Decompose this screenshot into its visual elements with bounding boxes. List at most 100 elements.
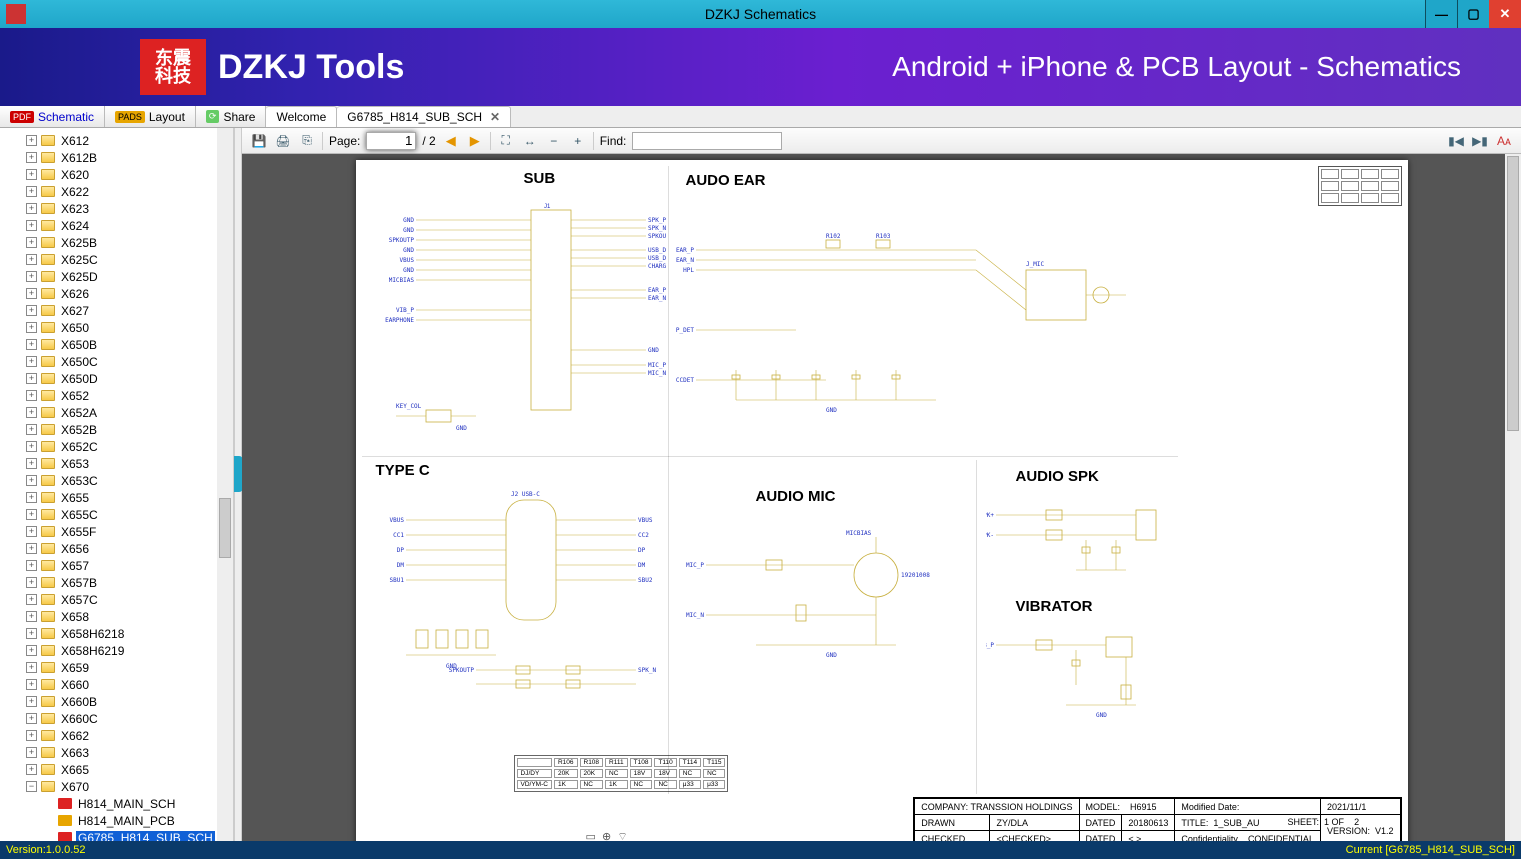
tree-expand-icon[interactable]: [26, 356, 37, 367]
zoom-in-icon[interactable]: +: [569, 132, 587, 150]
tree-expand-icon[interactable]: [26, 339, 37, 350]
tree-expand-icon[interactable]: [26, 730, 37, 741]
tree-expand-icon[interactable]: [26, 747, 37, 758]
tree-folder-X652C[interactable]: X652C: [0, 438, 233, 455]
tree-folder-X657[interactable]: X657: [0, 557, 233, 574]
tree-folder-X612[interactable]: X612: [0, 132, 233, 149]
pane-splitter[interactable]: [234, 128, 242, 841]
tree-expand-icon[interactable]: [26, 373, 37, 384]
tree-folder-X626[interactable]: X626: [0, 285, 233, 302]
tree-expand-icon[interactable]: [26, 713, 37, 724]
fit-width-icon[interactable]: ↔: [521, 132, 539, 150]
tree-expand-icon[interactable]: [26, 543, 37, 554]
tree-folder-X663[interactable]: X663: [0, 744, 233, 761]
tree-folder-X659[interactable]: X659: [0, 659, 233, 676]
find-input[interactable]: [632, 132, 782, 150]
tree-expand-icon[interactable]: [26, 322, 37, 333]
tree-scroll-thumb[interactable]: [219, 498, 231, 558]
tree-expand-icon[interactable]: [26, 220, 37, 231]
tree-expand-icon[interactable]: [26, 203, 37, 214]
tree-folder-X620[interactable]: X620: [0, 166, 233, 183]
tree-expand-icon[interactable]: [26, 458, 37, 469]
fit-page-icon[interactable]: ⛶: [497, 132, 515, 150]
tree-expand-icon[interactable]: [26, 288, 37, 299]
window-minimize-button[interactable]: —: [1425, 0, 1457, 28]
tree-expand-icon[interactable]: [26, 492, 37, 503]
tree-expand-icon[interactable]: [26, 254, 37, 265]
tree-folder-X657B[interactable]: X657B: [0, 574, 233, 591]
doc-tab-welcome[interactable]: Welcome: [266, 106, 337, 127]
tree-expand-icon[interactable]: [26, 611, 37, 622]
tree-folder-X660[interactable]: X660: [0, 676, 233, 693]
tree-folder-X650C[interactable]: X650C: [0, 353, 233, 370]
tree-folder-X660B[interactable]: X660B: [0, 693, 233, 710]
tree-expand-icon[interactable]: [26, 560, 37, 571]
window-maximize-button[interactable]: ▢: [1457, 0, 1489, 28]
page-input[interactable]: [366, 132, 416, 150]
tree-folder-X658H6219[interactable]: X658H6219: [0, 642, 233, 659]
tree-folder-X655[interactable]: X655: [0, 489, 233, 506]
tree-folder-X660C[interactable]: X660C: [0, 710, 233, 727]
tree-folder-X624[interactable]: X624: [0, 217, 233, 234]
tree-folder-X662[interactable]: X662: [0, 727, 233, 744]
find-prev-icon[interactable]: ▮◀: [1447, 132, 1465, 150]
tree-folder-X653[interactable]: X653: [0, 455, 233, 472]
page-prev-icon[interactable]: ◀: [442, 132, 460, 150]
tree-folder-X650B[interactable]: X650B: [0, 336, 233, 353]
tab-schematic[interactable]: PDFSchematic: [0, 106, 105, 127]
tree-file-G6785_H814_SUB_SCH[interactable]: G6785_H814_SUB_SCH: [0, 829, 233, 841]
tree-folder-X653C[interactable]: X653C: [0, 472, 233, 489]
tree-expand-icon[interactable]: [26, 305, 37, 316]
doc-tab-close-icon[interactable]: ✕: [490, 110, 500, 124]
tree-folder-X625D[interactable]: X625D: [0, 268, 233, 285]
tree-expand-icon[interactable]: [26, 186, 37, 197]
tree-folder-X670[interactable]: X670: [0, 778, 233, 795]
tree-expand-icon[interactable]: [26, 237, 37, 248]
tree-file-H814_MAIN_PCB[interactable]: H814_MAIN_PCB: [0, 812, 233, 829]
tree-folder-X665[interactable]: X665: [0, 761, 233, 778]
tree-folder-X655C[interactable]: X655C: [0, 506, 233, 523]
tree-folder-X658H6218[interactable]: X658H6218: [0, 625, 233, 642]
tree-expand-icon[interactable]: [26, 135, 37, 146]
tree-expand-icon[interactable]: [26, 764, 37, 775]
tree-folder-X650D[interactable]: X650D: [0, 370, 233, 387]
text-size-icon[interactable]: Aᴀ: [1495, 132, 1513, 150]
tree-expand-icon[interactable]: [26, 628, 37, 639]
print-icon[interactable]: 🖨: [274, 132, 292, 150]
tree-expand-icon[interactable]: [26, 696, 37, 707]
tree-folder-X652B[interactable]: X652B: [0, 421, 233, 438]
tree-expand-icon[interactable]: [26, 662, 37, 673]
tree-folder-X657C[interactable]: X657C: [0, 591, 233, 608]
save-icon[interactable]: 💾: [250, 132, 268, 150]
tree-expand-icon[interactable]: [26, 424, 37, 435]
tree-folder-X655F[interactable]: X655F: [0, 523, 233, 540]
zoom-out-icon[interactable]: −: [545, 132, 563, 150]
tree-expand-icon[interactable]: [26, 169, 37, 180]
window-close-button[interactable]: ✕: [1489, 0, 1521, 28]
tree-folder-X658[interactable]: X658: [0, 608, 233, 625]
tree-folder-X627[interactable]: X627: [0, 302, 233, 319]
tree-folder-X625C[interactable]: X625C: [0, 251, 233, 268]
tree-expand-icon[interactable]: [26, 645, 37, 656]
tree-folder-X656[interactable]: X656: [0, 540, 233, 557]
tree-folder-X623[interactable]: X623: [0, 200, 233, 217]
find-next-icon[interactable]: ▶▮: [1471, 132, 1489, 150]
tree-expand-icon[interactable]: [26, 781, 37, 792]
tree-expand-icon[interactable]: [26, 679, 37, 690]
tree-expand-icon[interactable]: [26, 475, 37, 486]
tree-folder-X650[interactable]: X650: [0, 319, 233, 336]
tree-folder-X622[interactable]: X622: [0, 183, 233, 200]
tree-expand-icon[interactable]: [26, 509, 37, 520]
tree-file-H814_MAIN_SCH[interactable]: H814_MAIN_SCH: [0, 795, 233, 812]
tree-scrollbar[interactable]: [217, 128, 233, 841]
tree-expand-icon[interactable]: [26, 390, 37, 401]
page-next-icon[interactable]: ▶: [466, 132, 484, 150]
tab-share[interactable]: ⟳Share: [196, 106, 267, 127]
tab-layout[interactable]: PADSLayout: [105, 106, 196, 127]
viewer-scroll-thumb[interactable]: [1507, 156, 1519, 431]
tree-folder-X652A[interactable]: X652A: [0, 404, 233, 421]
tree-expand-icon[interactable]: [26, 407, 37, 418]
page-canvas[interactable]: SUB AUDO EAR TYPE C AUDIO MIC AUDIO SPK …: [242, 154, 1521, 841]
tree-expand-icon[interactable]: [26, 594, 37, 605]
tree-folder-X652[interactable]: X652: [0, 387, 233, 404]
